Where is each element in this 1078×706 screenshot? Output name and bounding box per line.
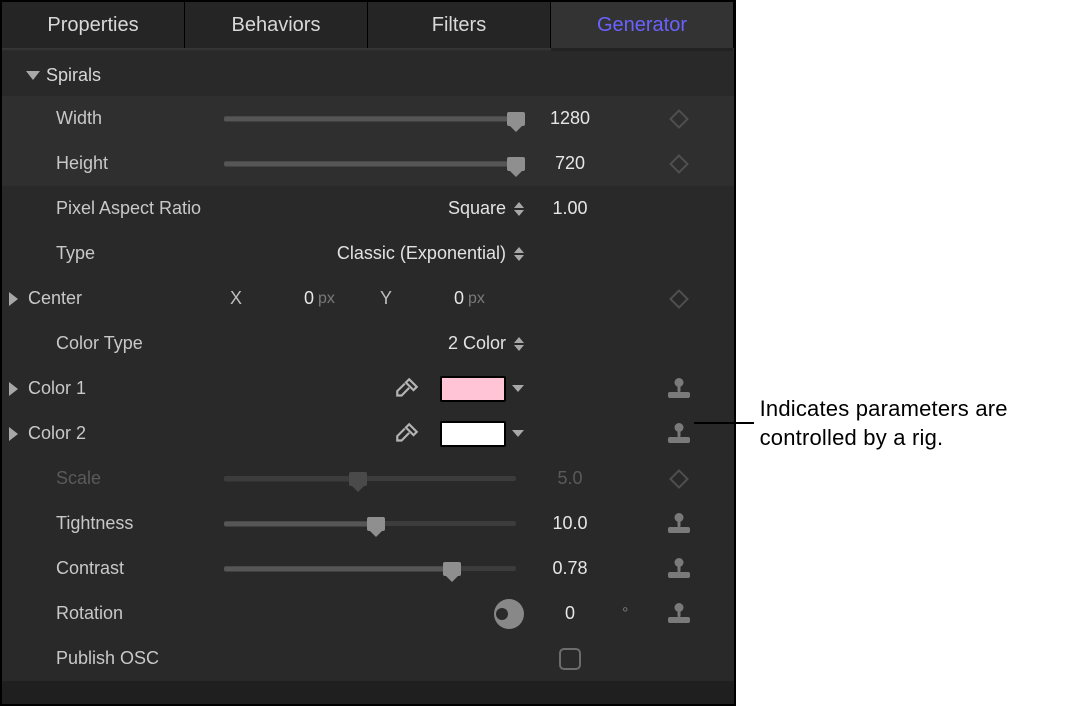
param-row-contrast: Contrast 0.78	[2, 546, 734, 591]
tab-behaviors[interactable]: Behaviors	[185, 2, 368, 48]
tightness-value[interactable]: 10.0	[524, 513, 616, 534]
param-label: Scale	[28, 468, 224, 489]
param-label: Color 1	[28, 378, 224, 399]
disclosure-triangle-icon[interactable]	[9, 382, 18, 396]
tab-generator[interactable]: Generator	[551, 2, 734, 48]
eyedropper-icon[interactable]	[394, 376, 420, 402]
callout-annotation: Indicates parameters are controlled by a…	[694, 394, 1078, 452]
callout-text: Indicates parameters are controlled by a…	[754, 394, 1078, 452]
par-popup[interactable]: Square	[448, 198, 524, 219]
group-title: Spirals	[46, 65, 101, 86]
param-label: Color 2	[28, 423, 224, 444]
param-row-rotation: Rotation 0 °	[2, 591, 734, 636]
contrast-slider[interactable]	[224, 555, 516, 583]
center-x-value[interactable]: 0	[266, 288, 314, 309]
param-label: Height	[28, 153, 224, 174]
param-label: Color Type	[28, 333, 224, 354]
popup-arrows-icon	[514, 337, 524, 351]
param-label: Center	[28, 288, 224, 309]
tab-properties[interactable]: Properties	[2, 2, 185, 48]
popup-arrows-icon	[514, 247, 524, 261]
rig-joystick-icon[interactable]	[668, 513, 690, 535]
param-label: Publish OSC	[28, 648, 224, 669]
param-row-color-2: Color 2	[2, 411, 734, 456]
color-1-swatch[interactable]	[440, 376, 506, 402]
rig-joystick-icon[interactable]	[668, 558, 690, 580]
keyframe-icon[interactable]	[669, 469, 689, 489]
disclosure-triangle-icon[interactable]	[26, 71, 40, 80]
color-2-swatch[interactable]	[440, 421, 506, 447]
scale-slider	[224, 465, 516, 493]
type-popup[interactable]: Classic (Exponential)	[337, 243, 524, 264]
rig-joystick-icon[interactable]	[668, 603, 690, 625]
rig-joystick-icon[interactable]	[668, 423, 690, 445]
tightness-slider[interactable]	[224, 510, 516, 538]
contrast-value[interactable]: 0.78	[524, 558, 616, 579]
chevron-down-icon[interactable]	[512, 430, 524, 437]
eyedropper-icon[interactable]	[394, 421, 420, 447]
param-row-pixel-aspect-ratio: Pixel Aspect Ratio Square 1.00	[2, 186, 734, 231]
param-label: Width	[28, 108, 224, 129]
callout-line	[694, 422, 754, 424]
param-row-color-type: Color Type 2 Color	[2, 321, 734, 366]
group-header[interactable]: Spirals	[2, 51, 734, 96]
publish-osc-checkbox[interactable]	[559, 648, 581, 670]
param-row-center: Center X 0 px Y 0 px	[2, 276, 734, 321]
param-label: Rotation	[28, 603, 224, 624]
param-row-type: Type Classic (Exponential)	[2, 231, 734, 276]
height-slider[interactable]	[224, 150, 516, 178]
param-row-color-1: Color 1	[2, 366, 734, 411]
rotation-value[interactable]: 0	[524, 603, 616, 624]
param-row-scale: Scale 5.0	[2, 456, 734, 501]
rotation-dial[interactable]	[494, 599, 524, 629]
width-value[interactable]: 1280	[524, 108, 616, 129]
param-row-tightness: Tightness 10.0	[2, 501, 734, 546]
disclosure-triangle-icon[interactable]	[9, 427, 18, 441]
rig-joystick-icon[interactable]	[668, 378, 690, 400]
width-slider[interactable]	[224, 105, 516, 133]
keyframe-icon[interactable]	[669, 154, 689, 174]
tab-filters[interactable]: Filters	[368, 2, 551, 48]
chevron-down-icon[interactable]	[512, 385, 524, 392]
inspector-body: Spirals Width 1280 Height	[2, 51, 734, 681]
keyframe-icon[interactable]	[669, 289, 689, 309]
param-label: Pixel Aspect Ratio	[28, 198, 224, 219]
tab-bar: Properties Behaviors Filters Generator	[2, 2, 734, 48]
param-label: Tightness	[28, 513, 224, 534]
scale-value: 5.0	[524, 468, 616, 489]
param-label: Contrast	[28, 558, 224, 579]
param-row-width: Width 1280	[2, 96, 734, 141]
param-label: Type	[28, 243, 224, 264]
keyframe-icon[interactable]	[669, 109, 689, 129]
center-y-value[interactable]: 0	[416, 288, 464, 309]
inspector-panel: Properties Behaviors Filters Generator S…	[0, 0, 736, 706]
popup-arrows-icon	[514, 202, 524, 216]
par-value[interactable]: 1.00	[524, 198, 616, 219]
param-row-publish-osc: Publish OSC	[2, 636, 734, 681]
disclosure-triangle-icon[interactable]	[9, 292, 18, 306]
color-type-popup[interactable]: 2 Color	[448, 333, 524, 354]
height-value[interactable]: 720	[524, 153, 616, 174]
param-row-height: Height 720	[2, 141, 734, 186]
